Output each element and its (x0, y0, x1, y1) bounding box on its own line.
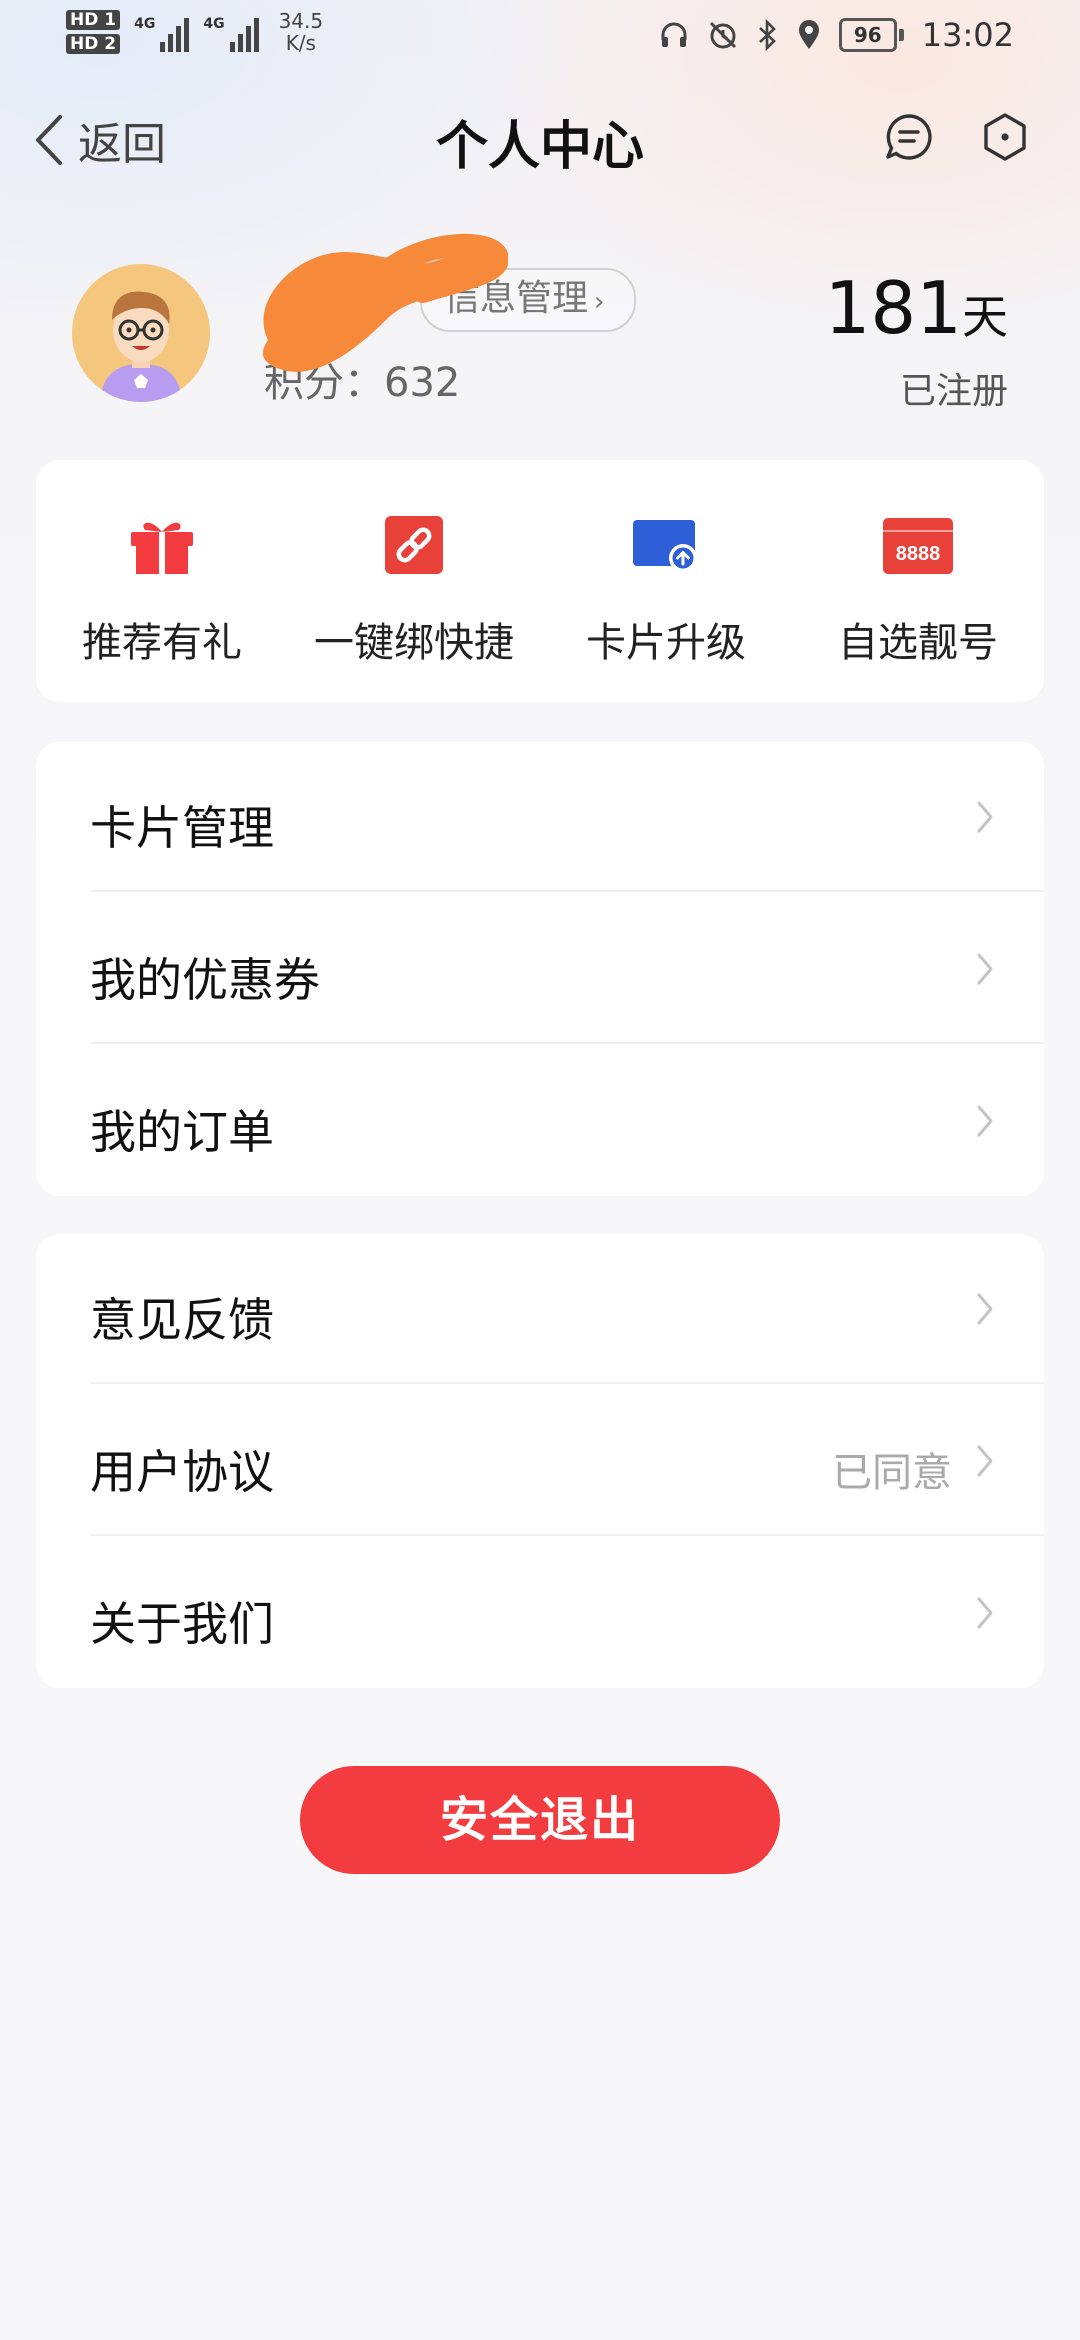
chevron-right-icon (977, 1597, 993, 1629)
redaction-scribble (263, 233, 508, 372)
menu-row-label: 卡片管理 (90, 801, 274, 855)
menu-group-about: 意见反馈 用户协议 已同意 关于我们 (36, 1234, 1044, 1688)
message-icon[interactable] (884, 112, 934, 162)
registered-days-caption: 已注册 (899, 371, 1008, 412)
registered-days: 181天 (825, 266, 1008, 350)
quick-action-referral[interactable]: 推荐有礼 (36, 460, 288, 702)
quick-action-quick-bind[interactable]: 一键绑快捷 (288, 460, 540, 702)
quick-action-label: 自选靓号 (838, 620, 998, 666)
status-bar-right: 96 13:02 (659, 16, 1014, 54)
quick-action-label: 卡片升级 (586, 620, 746, 666)
menu-row-label: 关于我们 (90, 1597, 274, 1651)
menu-row-card-management[interactable]: 卡片管理 (90, 742, 1044, 892)
chevron-right-icon: › (594, 287, 605, 317)
battery-level: 96 (838, 18, 897, 52)
quick-action-card-upgrade[interactable]: 卡片升级 (540, 460, 792, 702)
chevron-right-icon (977, 1105, 993, 1137)
agreement-status: 已同意 (832, 1450, 952, 1496)
signal-1-icon: 4G (134, 10, 190, 52)
network-speed-unit: K/s (285, 31, 316, 55)
number-8888-icon: 8888 (883, 518, 953, 574)
menu-group-account: 卡片管理 我的优惠券 我的订单 (36, 742, 1044, 1196)
registered-days-value: 181 (824, 266, 962, 350)
network-type-1: 4G (134, 16, 156, 32)
menu-row-label: 意见反馈 (90, 1293, 274, 1347)
quick-actions-card: 推荐有礼 一键绑快捷 卡片升级 8888 自选靓号 (36, 460, 1044, 702)
network-speed-value: 34.5 (278, 9, 324, 33)
menu-row-coupons[interactable]: 我的优惠券 (90, 894, 1044, 1044)
alarm-off-icon (709, 21, 736, 49)
chevron-right-icon (977, 953, 993, 985)
card-upgrade-icon (633, 520, 697, 572)
status-bar: HD 1 HD 2 4G 4G 34.5 K/s 96 13:02 (0, 0, 1080, 80)
quick-action-label: 一键绑快捷 (314, 620, 514, 666)
network-type-2: 4G (203, 16, 225, 32)
link-icon (385, 516, 443, 574)
status-bar-left: HD 1 HD 2 4G 4G 34.5 K/s (66, 10, 323, 54)
chevron-right-icon (977, 1445, 993, 1477)
network-speed: 34.5 K/s (279, 10, 324, 54)
quick-action-pick-number[interactable]: 8888 自选靓号 (792, 460, 1044, 702)
sim2-badge: HD 2 (66, 34, 121, 54)
menu-row-label: 用户协议 (90, 1445, 274, 1499)
menu-row-label: 我的订单 (90, 1105, 274, 1159)
top-nav-bar: 返回 个人中心 (0, 100, 1080, 180)
menu-row-about-us[interactable]: 关于我们 (90, 1538, 1044, 1688)
menu-row-feedback[interactable]: 意见反馈 (90, 1234, 1044, 1384)
menu-row-user-agreement[interactable]: 用户协议 已同意 (90, 1386, 1044, 1536)
sim1-badge: HD 1 (66, 10, 121, 30)
signal-2-icon: 4G (203, 10, 259, 52)
avatar[interactable] (72, 264, 210, 402)
chevron-right-icon (977, 1293, 993, 1325)
bluetooth-icon (758, 19, 776, 51)
chevron-right-icon (977, 801, 993, 833)
location-icon (798, 20, 819, 49)
battery-icon: 96 (838, 18, 904, 52)
menu-row-label: 我的优惠券 (90, 953, 320, 1007)
avatar-illustration (72, 264, 210, 402)
logout-button[interactable]: 安全退出 (300, 1766, 780, 1874)
settings-hexagon-icon[interactable] (980, 112, 1030, 162)
menu-row-orders[interactable]: 我的订单 (90, 1046, 1044, 1196)
headphones-icon (661, 22, 687, 47)
gift-icon (131, 522, 193, 574)
number-icon-text: 8888 (896, 543, 941, 565)
registered-days-unit: 天 (962, 290, 1008, 344)
sim-badges: HD 1 HD 2 (66, 10, 121, 54)
status-time: 13:02 (921, 16, 1014, 54)
quick-action-label: 推荐有礼 (82, 620, 242, 666)
